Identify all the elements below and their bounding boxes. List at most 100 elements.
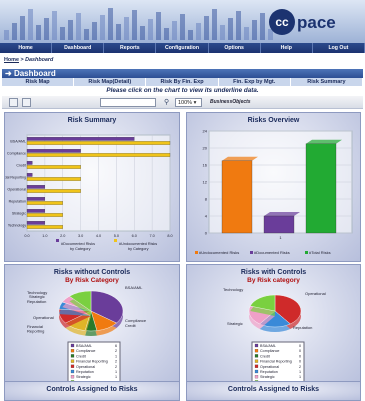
legend-label: Credit xyxy=(76,354,86,358)
banner-bar xyxy=(148,19,153,40)
zoom-value: 100% xyxy=(178,100,193,106)
binoculars-icon[interactable]: ⚲ xyxy=(164,98,169,106)
legend-value: 0 xyxy=(299,344,301,348)
bar xyxy=(26,137,135,141)
legend-swatch xyxy=(70,364,75,368)
panel-risks-overview[interactable]: Risks Overview 0 4 8 12 16 20 24 #Undocumented … xyxy=(186,112,361,262)
zoom-select[interactable]: 100% ▾ xyxy=(175,98,202,107)
legend-label: #Documented Risks xyxy=(61,242,95,246)
bar xyxy=(26,201,63,205)
bar xyxy=(26,149,81,153)
legend-label: #Documented Risks xyxy=(254,250,290,255)
x-tick-label: 0.0 xyxy=(24,234,29,238)
tab-risk-map[interactable]: Risk Map xyxy=(2,78,75,86)
banner-bar xyxy=(108,8,113,40)
legend-label: BSA/AML xyxy=(260,344,276,348)
banner-bar xyxy=(116,24,121,40)
y-tick-label: 24 xyxy=(203,129,208,134)
panel-risks-without-controls[interactable]: Risks without Controls By Risk Category … xyxy=(4,264,181,391)
banner-bar xyxy=(228,18,233,40)
y-tick-label: 4 xyxy=(205,214,208,219)
banner-bar xyxy=(172,21,177,40)
tab-risk-by-fin-exp[interactable]: Risk By Fin. Exp xyxy=(146,78,219,86)
y-tick-label: 8 xyxy=(205,197,208,202)
legend-swatch xyxy=(70,369,75,374)
banner-bar xyxy=(140,26,145,40)
legend-swatch xyxy=(254,369,259,374)
risks-without-controls-chart[interactable]: BSA/AML 6 Compliance 2 Credit 1 Financial Repo… xyxy=(5,265,181,391)
legend-swatch xyxy=(305,251,308,254)
banner-bar xyxy=(164,28,169,40)
legend-swatch xyxy=(254,343,259,348)
panel-risk-summary[interactable]: Risk Summary 0.0 1.0 2.0 3.0 4.0 5.0 6.0 7.0 8.0… xyxy=(4,112,180,262)
nav-dashboard[interactable]: Dashboard xyxy=(52,43,105,53)
banner-bar xyxy=(76,13,81,40)
y-tick-label: 12 xyxy=(203,180,208,185)
bar xyxy=(26,153,171,157)
svg-text:cc: cc xyxy=(275,15,289,29)
print-icon[interactable] xyxy=(22,98,31,107)
banner-bar xyxy=(100,15,105,40)
category-label: Financial Reporting xyxy=(5,175,26,179)
legend-swatch xyxy=(254,349,259,353)
slice-label: BSA/AML xyxy=(125,285,143,290)
tab-fin-exp-by-mgt[interactable]: Fin. Exp by Mgt. xyxy=(219,78,291,86)
y-tick-label: 16 xyxy=(203,163,208,168)
risks-with-controls-chart[interactable]: BSA/AML 0 Compliance 0 Credit 0 Financial Repo… xyxy=(187,265,362,391)
legend-label: Reputation xyxy=(260,370,278,374)
bar xyxy=(26,161,33,165)
banner-bar xyxy=(12,23,17,40)
panel-risks-with-controls[interactable]: Risks with Controls By Risk category BSA… xyxy=(186,264,362,391)
export-icon[interactable] xyxy=(9,98,18,107)
breadcrumb-current: Dashboard xyxy=(25,57,54,63)
banner-bar xyxy=(156,12,161,40)
tab-risk-map-detail[interactable]: Risk Map(Detail) xyxy=(74,78,147,86)
main-nav: Home Dashboard Reports Configuration Opt… xyxy=(0,43,365,53)
panel-controls-assigned-left[interactable]: Controls Assigned to Risks xyxy=(4,381,180,401)
slice-label: Operational xyxy=(305,291,326,296)
legend-label: #Undocumented Risks xyxy=(199,250,239,255)
legend-value: 6 xyxy=(115,344,117,348)
nav-help[interactable]: Help xyxy=(261,43,313,53)
x-tick-label: 6.0 xyxy=(132,234,137,238)
banner-bar xyxy=(84,29,89,40)
nav-home[interactable]: Home xyxy=(0,43,53,53)
banner-bar xyxy=(20,16,25,40)
banner-bar xyxy=(196,23,201,40)
banner-bar xyxy=(92,22,97,40)
slice-label: Operational xyxy=(33,315,54,320)
businessobjects-logo: BusinessObjects xyxy=(210,99,251,105)
legend-value: 1 xyxy=(115,370,117,374)
bar xyxy=(26,141,171,145)
y-tick-label: 0 xyxy=(205,231,208,236)
legend-label: Financial Reporting xyxy=(260,360,292,364)
slice-label: Credit xyxy=(125,323,137,328)
nav-reports[interactable]: Reports xyxy=(104,43,157,53)
banner-bar xyxy=(28,9,33,40)
legend-swatch xyxy=(56,239,59,242)
banner-bar xyxy=(212,9,217,40)
bar-top xyxy=(264,212,300,216)
bar xyxy=(26,173,33,177)
nav-options[interactable]: Options xyxy=(209,43,261,53)
panel-controls-assigned-right[interactable]: Controls Assigned to Risks xyxy=(186,381,361,401)
legend-value: 0 xyxy=(299,360,301,364)
risks-overview-chart[interactable]: 0 4 8 12 16 20 24 #Undocumented Risks #Documente… xyxy=(187,113,362,263)
breadcrumb-home-link[interactable]: Home xyxy=(4,57,19,63)
legend-label: Operational xyxy=(260,365,279,369)
search-input[interactable] xyxy=(100,98,156,107)
legend-value: 2 xyxy=(299,365,301,369)
dashboard-title-bar: ➜ Dashboard xyxy=(2,69,363,78)
bar xyxy=(26,197,45,201)
nav-configuration[interactable]: Configuration xyxy=(156,43,209,53)
header-banner: cc pace xyxy=(0,0,365,43)
nav-logout[interactable]: Log Out xyxy=(313,43,365,53)
legend-value: 1 xyxy=(299,370,301,374)
bar-top xyxy=(306,139,342,144)
category-label: Operational xyxy=(7,187,26,191)
tab-risk-summary[interactable]: Risk Summary xyxy=(291,78,364,86)
report-tabs: Risk Map Risk Map(Detail) Risk By Fin. E… xyxy=(2,78,364,86)
banner-bar xyxy=(132,10,137,40)
risk-summary-chart[interactable]: 0.0 1.0 2.0 3.0 4.0 5.0 6.0 7.0 8.0 BSA/AML Compli… xyxy=(5,113,181,263)
banner-bar xyxy=(44,18,49,40)
